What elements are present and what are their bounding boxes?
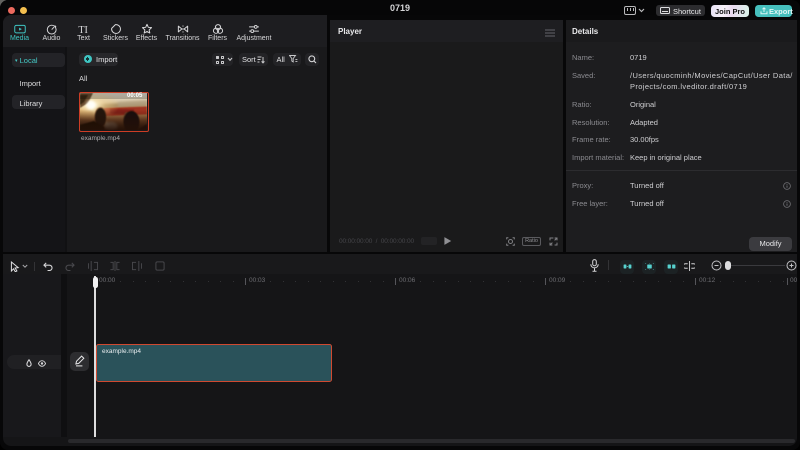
svg-text:TI: TI xyxy=(78,24,88,34)
